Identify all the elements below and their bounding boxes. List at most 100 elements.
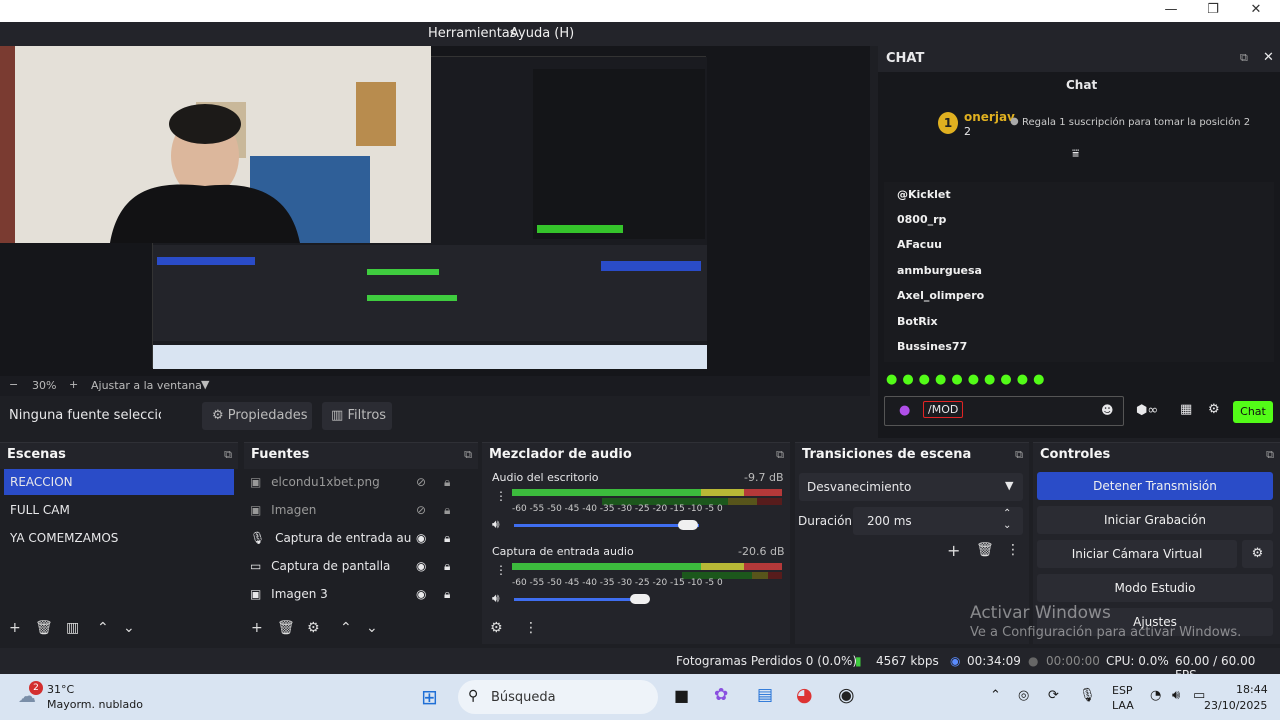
wifi-icon[interactable]: ◔ <box>1150 688 1161 703</box>
duration-stepper[interactable]: 200 ms ⌃ ⌄ <box>853 507 1023 535</box>
copilot-icon[interactable]: ✿ <box>714 685 728 705</box>
volume-knob[interactable] <box>630 594 650 604</box>
taskbar-search[interactable]: ⚲ Búsqueda <box>458 680 658 714</box>
move-down-icon[interactable]: ⌄ <box>123 620 135 636</box>
chrome-icon[interactable]: ◕ <box>796 684 813 706</box>
zoom-in-button[interactable]: + <box>69 378 78 391</box>
mic-icon[interactable]: 🎙︎ <box>1079 688 1096 703</box>
filter-icon[interactable]: ▥ <box>66 620 79 636</box>
lock-icon[interactable]: 🔒︎ <box>444 525 450 551</box>
mention-item[interactable]: BotRix <box>897 315 938 328</box>
start-recording-button[interactable]: Iniciar Grabación <box>1037 506 1273 534</box>
volume-icon[interactable]: 🔊︎ <box>1172 688 1180 703</box>
settings-icon[interactable]: ⚙ <box>1208 402 1220 417</box>
clock-time[interactable]: 18:44 <box>1236 683 1268 696</box>
language-bottom[interactable]: LAA <box>1112 699 1134 712</box>
speaker-icon[interactable]: 🔊︎ <box>492 517 500 532</box>
virtual-camera-settings-button[interactable]: ⚙ <box>1242 540 1273 568</box>
volume-slider[interactable] <box>514 524 699 527</box>
emote-icon[interactable]: ●●●●●●●●●● <box>886 372 1049 387</box>
chevron-down-icon[interactable]: ⌄ <box>1003 520 1011 531</box>
sync-icon[interactable]: ⟳ <box>1048 688 1059 703</box>
studio-mode-button[interactable]: Modo Estudio <box>1037 574 1273 602</box>
float-icon[interactable]: ⧉ <box>776 448 784 462</box>
mention-item[interactable]: Axel_olimpero <box>897 289 984 302</box>
more-icon[interactable]: ⋮ <box>495 563 507 577</box>
more-icon[interactable]: ⋮ <box>1006 542 1020 558</box>
chat-input[interactable]: ● /MOD ☻ <box>884 396 1124 426</box>
properties-button[interactable]: ⚙ Propiedades <box>202 402 312 430</box>
network-status-icon[interactable]: ◎ <box>1018 688 1029 703</box>
chevron-up-icon[interactable]: ⌃ <box>1003 508 1011 519</box>
chevron-up-icon[interactable]: ⌃ <box>990 688 1001 703</box>
menu-help[interactable]: Ayuda (H) <box>510 26 574 41</box>
chevron-down-icon[interactable]: ▼ <box>201 378 209 391</box>
lock-icon[interactable]: 🔒︎ <box>444 469 450 495</box>
float-icon[interactable]: ⧉ <box>1266 448 1274 462</box>
fit-window-label[interactable]: Ajustar a la ventana <box>91 379 202 392</box>
source-row[interactable]: 🎙︎ Captura de entrada audio ◉ 🔒︎ <box>250 525 472 551</box>
scene-item[interactable]: FULL CAM <box>4 497 234 523</box>
speaker-icon[interactable]: 🔊︎ <box>492 591 500 606</box>
zoom-out-button[interactable]: − <box>9 378 18 391</box>
windows-start-icon[interactable]: ⊞ <box>421 685 438 709</box>
more-icon[interactable]: ⋮ <box>495 489 507 503</box>
eye-icon[interactable]: ◉ <box>416 581 426 607</box>
users-icon[interactable]: ⬢∞ <box>1136 403 1158 418</box>
mention-item[interactable]: @Kicklet <box>897 188 951 201</box>
transition-select[interactable]: Desvanecimiento ▼ <box>799 473 1023 501</box>
volume-slider[interactable] <box>514 598 644 601</box>
source-row[interactable]: ▭ Captura de pantalla ◉ 🔒︎ <box>250 553 472 579</box>
lock-icon[interactable]: 🔒︎ <box>444 497 450 523</box>
lock-icon[interactable]: 🔒︎ <box>444 581 450 607</box>
add-source-icon[interactable]: + <box>251 620 263 636</box>
emoji-icon[interactable]: ☻ <box>1101 403 1114 417</box>
gear-icon[interactable]: ⚙ <box>307 620 320 636</box>
eye-icon[interactable]: ◉ <box>416 525 426 551</box>
add-scene-icon[interactable]: + <box>9 620 21 636</box>
top-gifter-name[interactable]: onerjav <box>964 110 1015 124</box>
obs-icon[interactable]: ◉ <box>838 684 855 706</box>
clock-date[interactable]: 23/10/2025 <box>1204 699 1267 712</box>
notepad-icon[interactable]: ▤ <box>757 685 773 705</box>
close-icon[interactable]: ✕ <box>1263 50 1274 65</box>
trash-icon[interactable]: 🗑︎ <box>277 620 295 636</box>
mention-item[interactable]: AFacuu <box>897 238 942 251</box>
eye-hidden-icon[interactable]: ⊘ <box>416 497 426 523</box>
gift-icon[interactable]: ▦ <box>1180 402 1192 417</box>
eye-icon[interactable]: ◉ <box>416 553 426 579</box>
move-down-icon[interactable]: ⌄ <box>366 620 378 636</box>
advanced-audio-icon[interactable]: ⚙ <box>490 620 503 636</box>
menu-tools[interactable]: Herramientas <box>428 26 517 41</box>
lock-icon[interactable]: 🔒︎ <box>444 553 450 579</box>
mention-item[interactable]: Bussines77 <box>897 340 967 353</box>
filters-button[interactable]: ▥ Filtros <box>322 402 392 430</box>
mention-item[interactable]: 0800_rp <box>897 213 946 226</box>
stop-stream-button[interactable]: Detener Transmisión <box>1037 472 1273 500</box>
source-row[interactable]: ▣ elcondu1xbet.png ⊘ 🔒︎ <box>250 469 472 495</box>
language-top[interactable]: ESP <box>1112 684 1133 697</box>
volume-knob[interactable] <box>678 520 698 530</box>
mention-item[interactable]: anmburguesa <box>897 264 982 277</box>
virtual-camera-button[interactable]: Iniciar Cámara Virtual <box>1037 540 1237 568</box>
trash-icon[interactable]: 🗑︎ <box>35 620 53 636</box>
maximize-button[interactable]: ❐ <box>1198 2 1228 20</box>
eye-hidden-icon[interactable]: ⊘ <box>416 469 426 495</box>
move-up-icon[interactable]: ⌃ <box>340 620 352 636</box>
source-row[interactable]: ▣ Imagen 3 ◉ 🔒︎ <box>250 581 472 607</box>
float-icon[interactable]: ⧉ <box>1015 448 1023 462</box>
scene-item[interactable]: YA COMEMZAMOS <box>4 525 234 551</box>
float-icon[interactable]: ⧉ <box>224 448 232 462</box>
float-icon[interactable]: ⧉ <box>1240 51 1248 65</box>
move-up-icon[interactable]: ⌃ <box>97 620 109 636</box>
more-icon[interactable]: ⋮ <box>524 620 538 636</box>
expand-icon[interactable]: ⩸ <box>1072 146 1079 161</box>
float-icon[interactable]: ⧉ <box>464 448 472 462</box>
add-transition-icon[interactable]: + <box>947 541 960 560</box>
trash-icon[interactable]: 🗑︎ <box>976 542 994 558</box>
minimize-button[interactable]: — <box>1156 2 1186 20</box>
close-button[interactable]: ✕ <box>1241 2 1271 20</box>
file-explorer-icon[interactable]: ■ <box>674 686 689 705</box>
chat-send-button[interactable]: Chat <box>1233 401 1273 423</box>
source-row[interactable]: ▣ Imagen ⊘ 🔒︎ <box>250 497 472 523</box>
